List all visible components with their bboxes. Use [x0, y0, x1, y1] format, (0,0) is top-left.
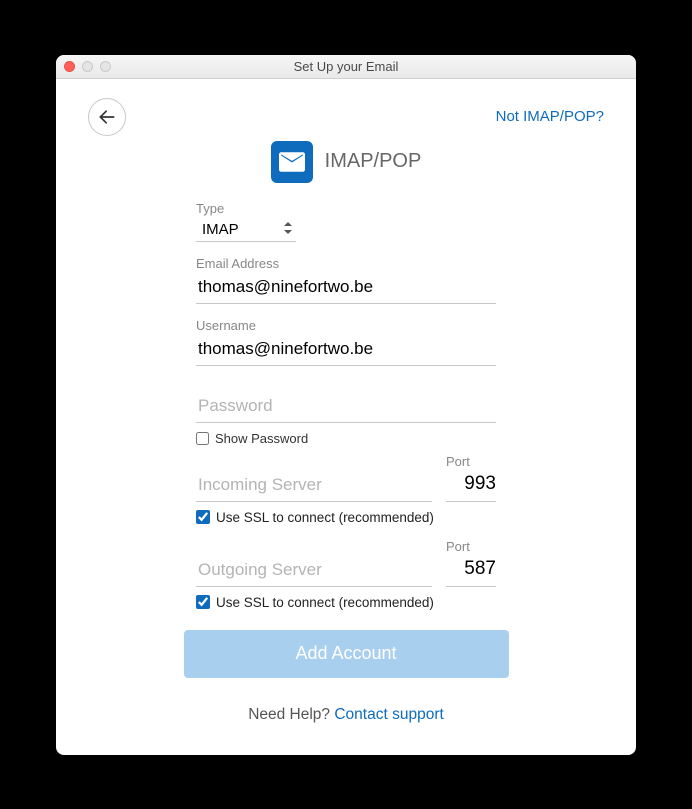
- outgoing-ssl-label: Use SSL to connect (recommended): [216, 595, 434, 610]
- username-label: Username: [196, 318, 496, 333]
- outgoing-server-field[interactable]: [196, 556, 432, 587]
- add-account-button[interactable]: Add Account: [184, 630, 509, 678]
- show-password-row[interactable]: Show Password: [196, 431, 496, 446]
- maximize-window-button[interactable]: [100, 61, 111, 72]
- contact-support-link[interactable]: Contact support: [334, 706, 443, 723]
- window-title: Set Up your Email: [56, 59, 636, 74]
- email-label: Email Address: [196, 256, 496, 271]
- email-field[interactable]: [196, 273, 496, 304]
- back-button[interactable]: [88, 98, 126, 136]
- incoming-ssl-row[interactable]: Use SSL to connect (recommended): [196, 510, 496, 525]
- type-select[interactable]: IMAP: [196, 218, 296, 242]
- titlebar: Set Up your Email: [56, 55, 636, 79]
- incoming-port-field[interactable]: [446, 471, 496, 502]
- content-area: Not IMAP/POP? IMAP/POP Type IMAP Email A…: [56, 79, 636, 755]
- show-password-checkbox[interactable]: [196, 432, 209, 445]
- window-controls: [64, 61, 111, 72]
- outgoing-port-label: Port: [446, 539, 496, 554]
- not-imap-pop-link[interactable]: Not IMAP/POP?: [496, 108, 604, 125]
- username-field[interactable]: [196, 335, 496, 366]
- footer: Need Help? Contact support: [88, 706, 604, 724]
- setup-email-window: Set Up your Email Not IMAP/POP? IMAP/POP…: [56, 55, 636, 755]
- minimize-window-button[interactable]: [82, 61, 93, 72]
- incoming-server-row: Port: [196, 454, 496, 502]
- show-password-label: Show Password: [215, 431, 308, 446]
- outgoing-port-field[interactable]: [446, 556, 496, 587]
- help-text: Need Help?: [248, 706, 334, 723]
- page-title: IMAP/POP: [325, 150, 422, 173]
- close-window-button[interactable]: [64, 61, 75, 72]
- password-field[interactable]: [196, 392, 496, 423]
- mail-icon: [271, 141, 313, 183]
- header: IMAP/POP: [88, 141, 604, 183]
- arrow-left-icon: [97, 107, 117, 127]
- outgoing-ssl-checkbox[interactable]: [196, 595, 210, 609]
- form: Type IMAP Email Address Username Show Pa…: [196, 201, 496, 624]
- outgoing-ssl-row[interactable]: Use SSL to connect (recommended): [196, 595, 496, 610]
- type-select-wrap: IMAP: [196, 218, 296, 242]
- type-label: Type: [196, 201, 496, 216]
- incoming-ssl-checkbox[interactable]: [196, 510, 210, 524]
- top-row: Not IMAP/POP?: [88, 97, 604, 137]
- incoming-port-label: Port: [446, 454, 496, 469]
- outgoing-server-row: Port: [196, 539, 496, 587]
- incoming-server-field[interactable]: [196, 471, 432, 502]
- incoming-ssl-label: Use SSL to connect (recommended): [216, 510, 434, 525]
